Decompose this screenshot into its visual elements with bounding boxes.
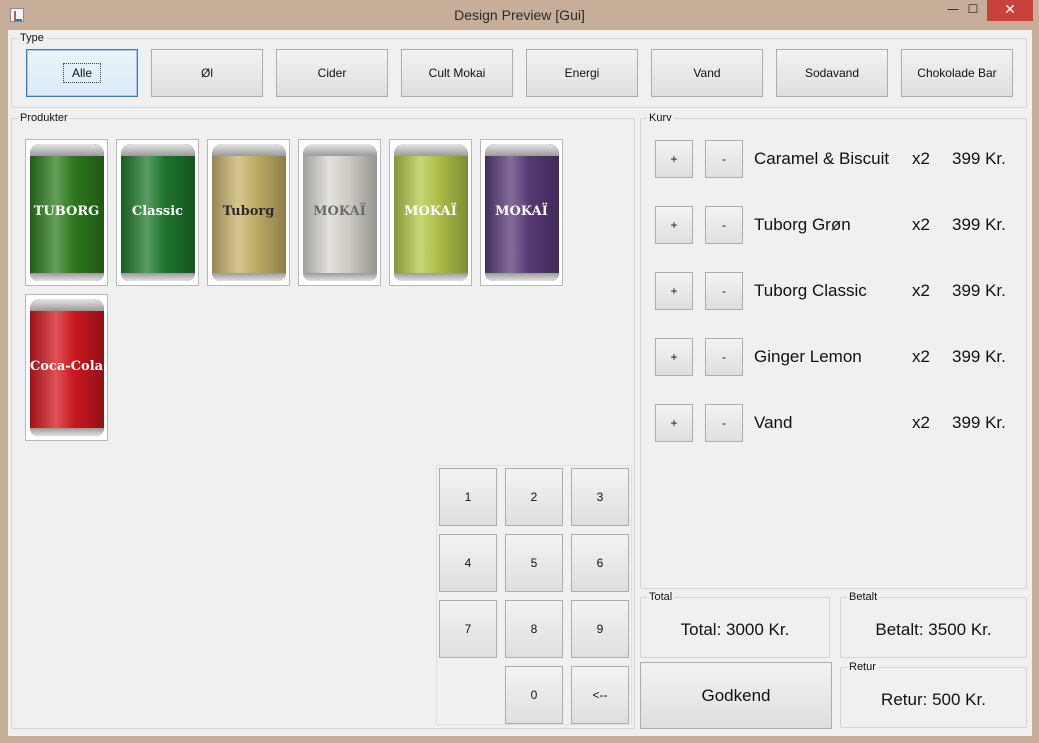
window-client-area: Type Alle Øl Cider Cult Mokai Energi Van… [8, 30, 1032, 736]
keypad-backspace-button[interactable]: <-- [571, 666, 629, 724]
product-tile[interactable]: TUBORG [25, 139, 108, 286]
paid-value: Betalt: 3500 Kr. [875, 620, 992, 639]
product-can-label: MOKAÏ [495, 204, 548, 219]
cart-item-price: 399 Kr. [952, 347, 1006, 366]
cart-item-name: Caramel & Biscuit [754, 149, 890, 168]
type-button-chokolade-bar[interactable]: Chokolade Bar [901, 49, 1013, 97]
cart-minus-button[interactable]: - [705, 272, 743, 310]
product-tile[interactable]: MOKAÏ [298, 139, 381, 286]
cart-item-name: Tuborg Grøn [754, 215, 851, 234]
product-tile[interactable]: MOKAÏ [389, 139, 472, 286]
cart-minus-button[interactable]: - [705, 140, 743, 178]
cart-group: Kurv + - Caramel & Biscuit x2 399 Kr. + - Tubor… [640, 112, 1027, 589]
cart-minus-button[interactable]: - [705, 206, 743, 244]
cart-item-price: 399 Kr. [952, 149, 1006, 168]
cart-item-quantity: x2 [912, 347, 930, 366]
paid-group-title: Betalt [847, 591, 880, 603]
keypad-key-1[interactable]: 1 [439, 468, 497, 526]
type-group: Type Alle Øl Cider Cult Mokai Energi Van… [11, 32, 1027, 108]
keypad-key-6[interactable]: 6 [571, 534, 629, 592]
cart-item-quantity: x2 [912, 413, 930, 432]
type-button-vand[interactable]: Vand [651, 49, 763, 97]
total-value: Total: 3000 Kr. [680, 620, 790, 639]
keypad-key-7[interactable]: 7 [439, 600, 497, 658]
product-can-image: Tuborg [211, 144, 286, 281]
close-icon[interactable]: ✕ [987, 0, 1033, 21]
cart-plus-button[interactable]: + [655, 272, 693, 310]
product-tile[interactable]: Tuborg [207, 139, 290, 286]
cart-plus-button[interactable]: + [655, 338, 693, 376]
product-can-image: MOKAÏ [302, 144, 377, 281]
product-can-label: Tuborg [222, 204, 275, 219]
return-group: Retur Retur: 500 Kr. [840, 661, 1027, 728]
product-can-label: Classic [131, 204, 184, 219]
cart-plus-button[interactable]: + [655, 140, 693, 178]
type-button-ol[interactable]: Øl [151, 49, 263, 97]
cart-item-price: 399 Kr. [952, 215, 1006, 234]
product-can-label: MOKAÏ [313, 204, 366, 219]
type-button-cult-mokai[interactable]: Cult Mokai [401, 49, 513, 97]
keypad-key-5[interactable]: 5 [505, 534, 563, 592]
total-group-title: Total [647, 591, 675, 603]
type-button-energi[interactable]: Energi [526, 49, 638, 97]
keypad-key-3[interactable]: 3 [571, 468, 629, 526]
keypad: 1 2 3 4 5 6 7 8 9 0 <-- [436, 465, 632, 725]
product-can-image: Coca-Cola [29, 299, 104, 436]
cart-item-price: 399 Kr. [952, 413, 1006, 432]
product-tile[interactable]: MOKAÏ [480, 139, 563, 286]
cart-item-price: 399 Kr. [952, 281, 1006, 300]
cart-item-name: Ginger Lemon [754, 347, 862, 366]
type-group-title: Type [18, 32, 46, 44]
product-can-label: Coca-Cola [29, 359, 104, 374]
cart-group-title: Kurv [647, 112, 674, 124]
cart-item-name: Tuborg Classic [754, 281, 867, 300]
type-button-sodavand[interactable]: Sodavand [776, 49, 888, 97]
paid-group: Betalt Betalt: 3500 Kr. [840, 591, 1027, 658]
product-tile[interactable]: Classic [116, 139, 199, 286]
keypad-key-9[interactable]: 9 [571, 600, 629, 658]
cart-item-quantity: x2 [912, 149, 930, 168]
cart-item-name: Vand [754, 413, 793, 432]
cart-plus-button[interactable]: + [655, 206, 693, 244]
keypad-key-8[interactable]: 8 [505, 600, 563, 658]
products-group-title: Produkter [18, 112, 70, 124]
product-can-image: MOKAÏ [484, 144, 559, 281]
product-can-label: TUBORG [33, 204, 100, 219]
total-group: Total Total: 3000 Kr. [640, 591, 830, 658]
return-value: Retur: 500 Kr. [881, 690, 986, 709]
product-can-label: MOKAÏ [404, 204, 457, 219]
title-bar: Design Preview [Gui] — ☐ ✕ [0, 0, 1039, 30]
products-group: Produkter TUBORG Classic Tuborg MOKAÏ MOKAÏ M… [11, 112, 635, 729]
cart-item-quantity: x2 [912, 215, 930, 234]
window-title: Design Preview [Gui] [454, 7, 585, 23]
approve-button[interactable]: Godkend [640, 662, 832, 729]
type-button-cider[interactable]: Cider [276, 49, 388, 97]
cart-minus-button[interactable]: - [705, 338, 743, 376]
product-can-image: Classic [120, 144, 195, 281]
keypad-key-2[interactable]: 2 [505, 468, 563, 526]
type-button-alle[interactable]: Alle [26, 49, 138, 97]
maximize-icon[interactable]: ☐ [960, 0, 986, 21]
product-can-image: MOKAÏ [393, 144, 468, 281]
product-tile[interactable]: Coca-Cola [25, 294, 108, 441]
cart-item-quantity: x2 [912, 281, 930, 300]
cart-plus-button[interactable]: + [655, 404, 693, 442]
cart-minus-button[interactable]: - [705, 404, 743, 442]
keypad-key-4[interactable]: 4 [439, 534, 497, 592]
return-group-title: Retur [847, 661, 878, 673]
product-can-image: TUBORG [29, 144, 104, 281]
keypad-key-0[interactable]: 0 [505, 666, 563, 724]
